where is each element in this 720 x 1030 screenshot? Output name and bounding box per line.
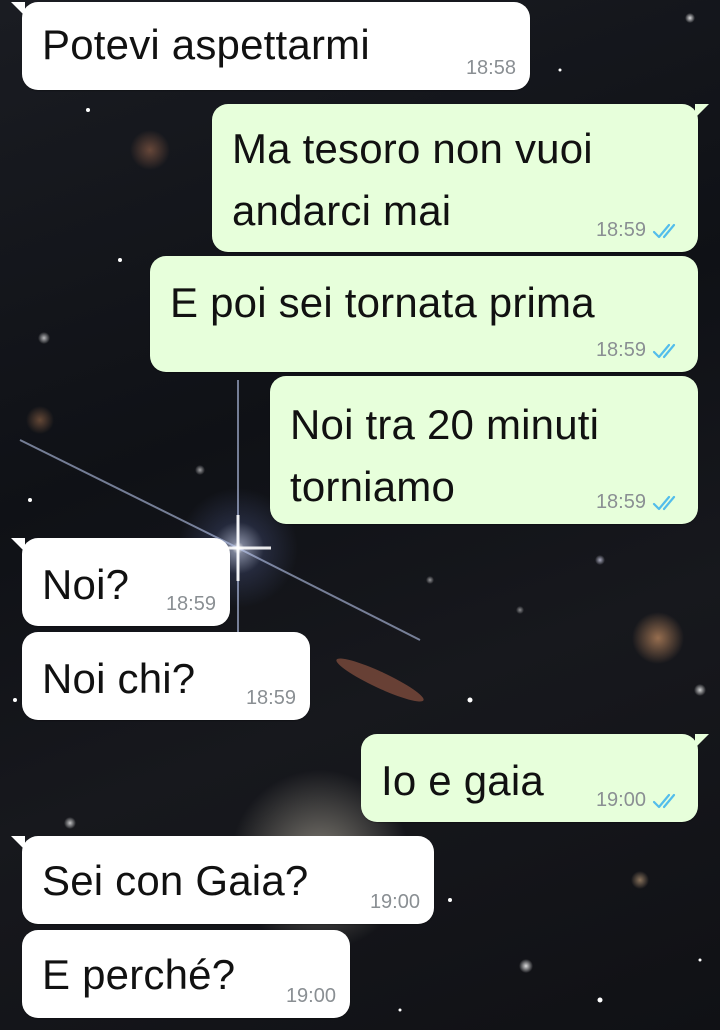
message-meta: 19:00 — [370, 891, 420, 914]
message-meta: 18:59 — [166, 593, 216, 616]
incoming-message[interactable]: Potevi aspettarmi 18:58 — [11, 2, 530, 90]
incoming-message[interactable]: E perché? 19:00 — [22, 930, 350, 1018]
message-time: 19:00 — [369, 891, 420, 913]
message-meta: 18:59 — [596, 491, 684, 514]
outgoing-message[interactable]: Io e gaia 19:00 — [361, 734, 709, 822]
message-time: 18:58 — [465, 57, 516, 79]
message-text: E poi sei tornata prima — [170, 279, 595, 326]
message-text: Io e gaia — [381, 757, 544, 804]
message-text: Noi? — [42, 561, 130, 608]
message-meta: 18:59 — [596, 339, 684, 362]
incoming-message[interactable]: Noi? 18:59 — [11, 538, 230, 626]
double-check-icon — [652, 223, 676, 238]
message-time: 18:59 — [595, 219, 646, 241]
message-time: 19:00 — [595, 789, 646, 811]
double-check-icon — [652, 793, 676, 808]
message-text: Noi chi? — [42, 655, 196, 702]
message-text: E perché? — [42, 951, 236, 998]
incoming-message[interactable]: Sei con Gaia? 19:00 — [11, 836, 434, 924]
message-time: 19:00 — [285, 985, 336, 1007]
message-text: Ma tesoro non vuoi andarci mai — [232, 125, 593, 234]
double-check-icon — [652, 343, 676, 358]
incoming-message[interactable]: Noi chi? 18:59 — [22, 632, 310, 720]
message-time: 18:59 — [245, 687, 296, 709]
message-text: Noi tra 20 minuti torniamo — [290, 401, 600, 510]
message-meta: 18:59 — [596, 219, 684, 242]
outgoing-message[interactable]: E poi sei tornata prima 18:59 — [150, 256, 698, 372]
outgoing-message[interactable]: Noi tra 20 minuti torniamo 18:59 — [270, 376, 698, 524]
chat-thread: Potevi aspettarmi 18:58 Ma tesoro non vu… — [0, 0, 720, 1030]
message-meta: 19:00 — [286, 985, 336, 1008]
message-text: Sei con Gaia? — [42, 857, 309, 904]
outgoing-message[interactable]: Ma tesoro non vuoi andarci mai 18:59 — [212, 104, 709, 252]
message-time: 18:59 — [595, 491, 646, 513]
double-check-icon — [652, 495, 676, 510]
message-meta: 18:59 — [246, 687, 296, 710]
message-time: 18:59 — [165, 593, 216, 615]
message-meta: 19:00 — [596, 789, 684, 812]
message-meta: 18:58 — [466, 57, 516, 80]
message-time: 18:59 — [595, 339, 646, 361]
message-text: Potevi aspettarmi — [42, 21, 370, 68]
